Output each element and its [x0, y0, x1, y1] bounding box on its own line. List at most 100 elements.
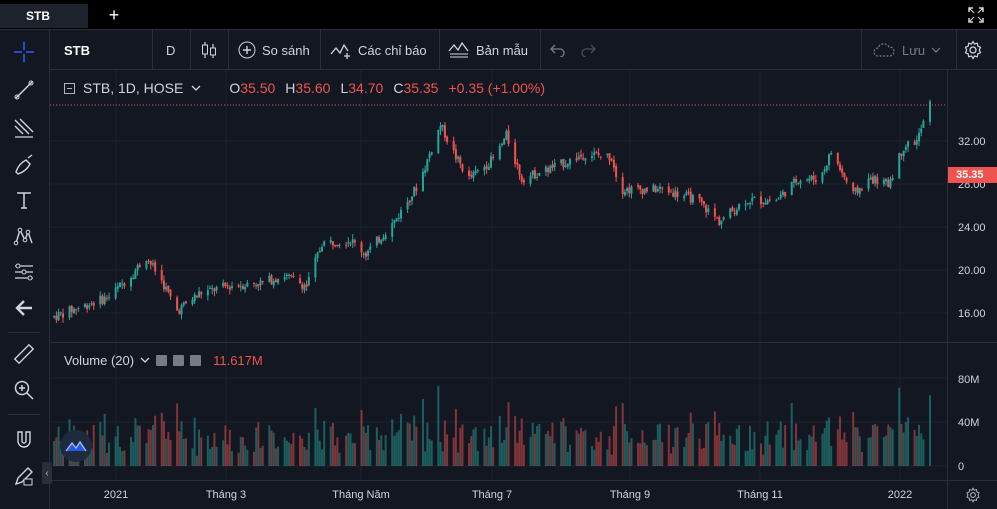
indicators-button[interactable]: Các chỉ báo — [330, 30, 427, 70]
tradingview-logo-icon[interactable] — [60, 430, 92, 462]
zoom-icon[interactable] — [10, 376, 38, 404]
candle-body — [169, 289, 172, 297]
candle-body — [683, 196, 686, 199]
volume-bar — [667, 424, 670, 466]
volume-bar — [637, 442, 640, 466]
volume-bar — [307, 432, 310, 466]
price-axis[interactable]: 32.00 28.00 24.00 20.00 16.00 35.35 80M … — [947, 70, 997, 480]
candle-body — [136, 265, 139, 271]
volume-bar — [274, 448, 277, 466]
volume-tick: 40M — [958, 417, 980, 429]
candle-body — [334, 244, 337, 247]
price-chart[interactable] — [50, 70, 947, 480]
magnet-icon[interactable] — [10, 426, 38, 454]
templates-button[interactable]: Bản mẫu — [448, 30, 528, 70]
candle-body — [446, 136, 449, 142]
settings-gear-icon[interactable] — [963, 30, 983, 70]
candle-body — [549, 166, 552, 174]
candle-body — [814, 180, 817, 182]
volume-bar — [246, 449, 249, 466]
volume-bar — [424, 451, 427, 466]
volume-bar — [474, 427, 477, 466]
candle-body — [843, 172, 846, 178]
text-icon[interactable] — [10, 186, 38, 214]
candle-body — [492, 157, 495, 159]
candles-icon[interactable] — [200, 30, 218, 70]
candle-body — [503, 138, 506, 145]
interval-button[interactable]: D — [166, 30, 175, 70]
candle-body — [121, 283, 124, 285]
volume-bar — [347, 432, 350, 466]
candle-body — [147, 260, 150, 262]
volume-bar — [305, 449, 308, 466]
volume-bar — [285, 440, 288, 466]
candle-body — [569, 158, 572, 165]
redo-icon[interactable] — [580, 30, 596, 70]
chevron-down-icon[interactable] — [140, 356, 150, 364]
crosshair-icon[interactable] — [10, 38, 38, 66]
close-icon[interactable] — [190, 354, 202, 366]
candle-body — [639, 185, 642, 190]
volume-bar — [391, 419, 394, 466]
volume-bar — [147, 429, 150, 466]
candle-body — [713, 208, 716, 217]
volume-bar — [630, 438, 633, 466]
volume-bar — [154, 415, 157, 466]
candle-body — [485, 165, 488, 169]
eye-icon[interactable] — [156, 354, 168, 366]
volume-bar — [149, 430, 152, 466]
candle-body — [314, 257, 317, 278]
candle-body — [149, 260, 152, 265]
brush-icon[interactable] — [10, 150, 38, 178]
drawing-toolbar: ‹ — [0, 30, 52, 509]
settings-icon[interactable] — [173, 354, 185, 366]
candle-body — [92, 302, 95, 306]
volume-bar — [406, 422, 409, 466]
lock-pencil-icon[interactable] — [10, 462, 38, 490]
volume-bar — [193, 417, 196, 466]
collapse-legend-icon[interactable] — [64, 82, 75, 94]
prediction-icon[interactable] — [10, 258, 38, 286]
chevron-down-icon[interactable] — [191, 84, 201, 92]
add-tab-button[interactable]: + — [104, 4, 124, 26]
candle-body — [257, 284, 260, 287]
candle-body — [193, 294, 196, 302]
undo-icon[interactable] — [550, 30, 566, 70]
indicators-label: Các chỉ báo — [358, 42, 427, 58]
volume-bar — [808, 434, 811, 466]
fib-icon[interactable] — [10, 114, 38, 142]
candle-body — [498, 145, 501, 160]
volume-bar — [101, 435, 104, 466]
compare-button[interactable]: So sánh — [238, 30, 310, 70]
volume-bar — [498, 415, 501, 466]
volume-bar — [729, 435, 732, 466]
time-axis[interactable]: 2021 Tháng 3 Tháng Năm Tháng 7 Tháng 9 T… — [50, 480, 947, 509]
fullscreen-icon[interactable] — [967, 6, 985, 24]
toolbar-divider — [439, 30, 440, 70]
back-arrow-icon[interactable] — [10, 294, 38, 322]
volume-bar — [876, 425, 879, 466]
time-tick: Tháng Năm — [332, 489, 390, 501]
trend-line-icon[interactable] — [10, 76, 38, 104]
pattern-icon[interactable] — [10, 222, 38, 250]
candle-body — [889, 179, 892, 188]
candle-body — [828, 154, 831, 166]
ruler-icon[interactable] — [10, 340, 38, 368]
candle-body — [575, 157, 578, 161]
candle-body — [735, 209, 738, 215]
candle-body — [237, 284, 240, 287]
volume-bar — [597, 441, 600, 466]
volume-bar — [551, 422, 554, 466]
volume-bar — [92, 425, 95, 466]
save-button[interactable]: Lưu — [872, 30, 941, 70]
tab-stb[interactable]: STB — [0, 4, 88, 28]
volume-bar — [707, 422, 710, 466]
candle-body — [424, 169, 427, 173]
volume-bar — [843, 432, 846, 466]
candle-body — [382, 237, 385, 241]
symbol-search[interactable]: STB — [64, 30, 90, 70]
volume-title[interactable]: Volume (20) — [64, 353, 134, 368]
pane-divider[interactable] — [50, 342, 997, 343]
legend-title[interactable]: STB, 1D, HOSE — [83, 80, 183, 96]
axis-settings-gear-icon[interactable] — [947, 480, 997, 509]
